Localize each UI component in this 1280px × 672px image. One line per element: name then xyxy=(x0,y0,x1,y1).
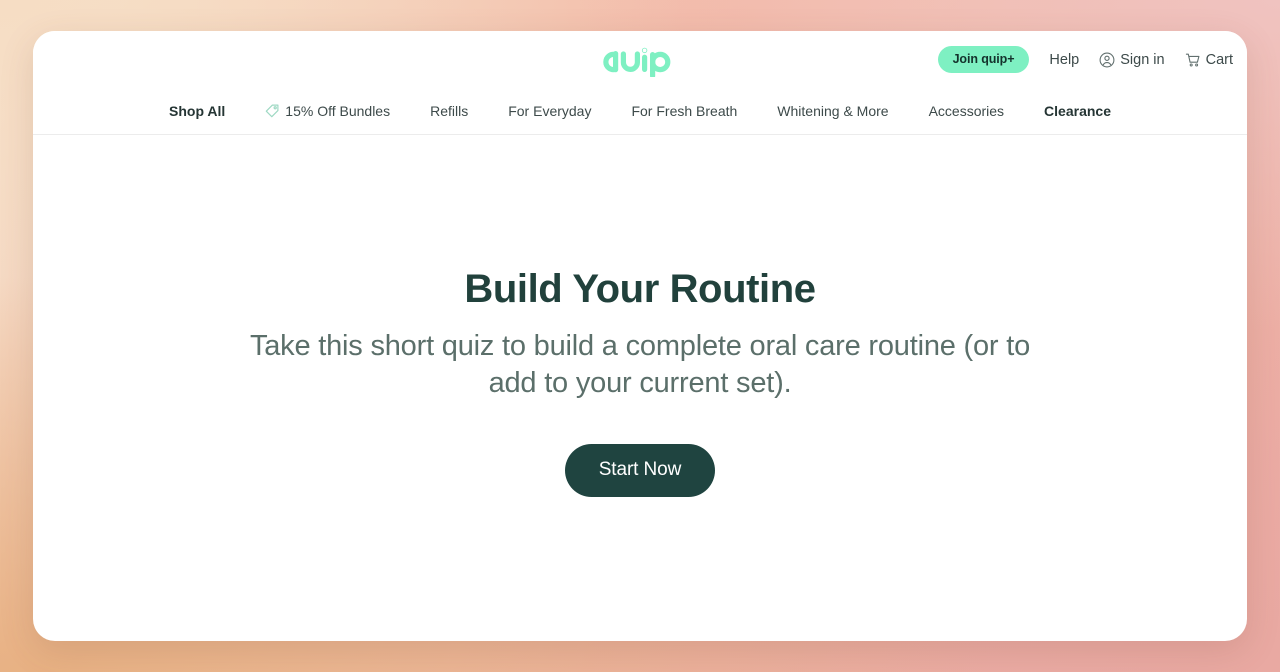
quip-wordmark-icon xyxy=(603,47,671,77)
nav-item-for-fresh-breath[interactable]: For Fresh Breath xyxy=(611,98,757,124)
user-circle-icon xyxy=(1099,52,1115,67)
nav-item-label: Refills xyxy=(430,103,469,119)
nav-item-refills[interactable]: Refills xyxy=(410,98,488,124)
nav-item-label: Whitening & More xyxy=(777,103,889,119)
help-link[interactable]: Help xyxy=(1049,52,1079,68)
hero-subtitle: Take this short quiz to build a complete… xyxy=(249,330,1031,399)
nav-item-label: Shop All xyxy=(169,103,226,119)
nav-item-label: Accessories xyxy=(928,103,1005,119)
quiz-hero-section: Build Your Routine Take this short quiz … xyxy=(33,135,1247,641)
page-card: Join quip+ Help Sign in Cart Shop All 15… xyxy=(33,31,1247,641)
sign-in-link[interactable]: Sign in xyxy=(1099,51,1165,68)
header-top-bar: Join quip+ Help Sign in Cart xyxy=(33,31,1247,88)
header-actions: Join quip+ Help Sign in Cart xyxy=(937,31,1233,88)
nav-item-bundles[interactable]: 15% Off Bundles xyxy=(245,98,410,124)
sign-in-label: Sign in xyxy=(1120,51,1165,68)
nav-item-label: 15% Off Bundles xyxy=(285,103,391,119)
main-nav: Shop All 15% Off Bundles Refills For Eve… xyxy=(33,88,1247,135)
cart-label: Cart xyxy=(1205,51,1233,68)
nav-item-whitening-and-more[interactable]: Whitening & More xyxy=(757,98,908,124)
nav-item-for-everyday[interactable]: For Everyday xyxy=(488,98,611,124)
quip-logo[interactable] xyxy=(598,45,682,77)
nav-item-shop-all[interactable]: Shop All xyxy=(149,98,245,124)
start-now-button[interactable]: Start Now xyxy=(564,443,716,497)
help-link-label: Help xyxy=(1049,51,1080,68)
nav-item-clearance[interactable]: Clearance xyxy=(1024,98,1131,124)
price-tag-icon xyxy=(265,104,279,118)
page-title: Build Your Routine xyxy=(464,267,816,311)
nav-item-accessories[interactable]: Accessories xyxy=(909,98,1024,124)
nav-item-label: For Everyday xyxy=(508,103,592,119)
nav-item-label: Clearance xyxy=(1044,103,1111,119)
cart-link[interactable]: Cart xyxy=(1185,52,1233,68)
shopping-cart-icon xyxy=(1185,53,1200,66)
nav-item-label: For Fresh Breath xyxy=(631,103,738,119)
site-header: Join quip+ Help Sign in Cart Shop All 15… xyxy=(33,31,1247,135)
join-quip-plus-button[interactable]: Join quip+ xyxy=(937,45,1030,74)
